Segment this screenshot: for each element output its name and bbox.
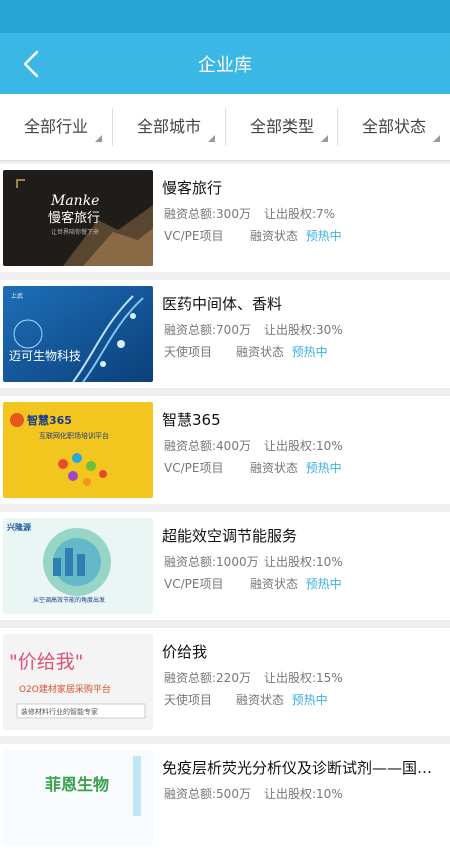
thumb-logo-text: 迈可生物科技 — [9, 349, 81, 363]
financing-status-row: 融资状态 预热中 — [250, 575, 342, 592]
project-thumbnail: "价给我" O2O建材家居采购平台 装修材料行业的智能专家 — [3, 634, 153, 730]
status-badge: 预热中 — [291, 345, 328, 359]
project-thumbnail: 兴隆源 从空调高效节能的角度出发 — [3, 518, 153, 614]
thumb-caption: 装修材料行业的智能专家 — [21, 707, 98, 716]
page-title: 企业库 — [198, 55, 252, 76]
nav-bar: 企业库 — [0, 33, 450, 94]
project-thumbnail: 上武 迈可生物科技 — [3, 286, 153, 382]
status-label: 融资状态 — [250, 577, 299, 591]
list-item[interactable]: 兴隆源 从空调高效节能的角度出发 超能效空调节能服务 融资总额:1000万 让出… — [0, 512, 450, 620]
thumb-subtitle: 上武 — [11, 292, 23, 300]
project-name: 免疫层析荧光分析仪及诊断试剂——国内专... — [162, 759, 444, 777]
thumb-logo-text: 菲恩生物 — [45, 775, 109, 794]
corner-triangle-icon — [208, 135, 215, 142]
financing-total: 融资总额:1000万 — [164, 555, 259, 569]
status-badge: 预热中 — [291, 693, 328, 707]
equity-offered: 让出股权:10% — [264, 787, 343, 801]
project-name: 价给我 — [162, 643, 208, 661]
filter-industry[interactable]: 全部行业 — [0, 94, 112, 160]
project-type: VC/PE项目 — [164, 229, 224, 243]
project-type: 天使项目 — [164, 693, 213, 707]
status-badge: 预热中 — [305, 577, 342, 591]
project-thumbnail: 菲恩生物 — [3, 750, 153, 846]
filter-bar: 全部行业 全部城市 全部类型 全部状态 — [0, 94, 450, 161]
status-label: 融资状态 — [250, 461, 299, 475]
thumb-subtitle: O2O建材家居采购平台 — [19, 683, 111, 695]
filter-label: 全部状态 — [361, 117, 426, 136]
financing-status-row: 融资状态 预热中 — [236, 343, 328, 360]
status-label: 融资状态 — [250, 229, 299, 243]
thumb-caption: 从空调高效节能的角度出发 — [33, 596, 105, 604]
equity-offered: 让出股权:30% — [264, 323, 343, 337]
project-name: 医药中间体、香料 — [162, 295, 283, 313]
corner-triangle-icon — [321, 135, 328, 142]
thumb-subtitle: 慢客旅行 — [48, 210, 100, 226]
financing-total: 融资总额:220万 — [164, 671, 251, 685]
thumb-logo-text: 智慧365 — [27, 413, 72, 427]
equity-offered: 让出股权:7% — [264, 207, 336, 221]
status-badge: 预热中 — [305, 229, 342, 243]
thumb-caption: 让世界陪你慢下来 — [51, 228, 99, 236]
financing-status-row: 融资状态 预热中 — [250, 459, 342, 476]
status-badge: 预热中 — [305, 461, 342, 475]
financing-total: 融资总额:300万 — [164, 207, 251, 221]
project-name: 超能效空调节能服务 — [162, 527, 298, 545]
filter-label: 全部行业 — [23, 117, 88, 136]
filter-type[interactable]: 全部类型 — [226, 94, 338, 160]
list-item[interactable]: Manke 慢客旅行 让世界陪你慢下来 慢客旅行 融资总额:300万 让出股权:… — [0, 164, 450, 272]
thumb-logo-text: "价给我" — [9, 651, 83, 673]
filter-label: 全部类型 — [249, 117, 314, 136]
project-type: 天使项目 — [164, 345, 213, 359]
financing-status-row: 融资状态 预热中 — [250, 227, 342, 244]
project-thumbnail: Manke 慢客旅行 让世界陪你慢下来 — [3, 170, 153, 266]
status-label: 融资状态 — [236, 693, 285, 707]
list-item[interactable]: "价给我" O2O建材家居采购平台 装修材料行业的智能专家 价给我 融资总额:2… — [0, 628, 450, 736]
list-item[interactable]: 上武 迈可生物科技 医药中间体、香料 融资总额:700万 让出股权:30% 天使… — [0, 280, 450, 388]
list-item[interactable]: 菲恩生物 免疫层析荧光分析仪及诊断试剂——国内专... 融资总额:500万 让出… — [0, 744, 450, 852]
corner-triangle-icon — [95, 135, 102, 142]
financing-total: 融资总额:500万 — [164, 787, 251, 801]
thumb-subtitle: 互联网化职场培训平台 — [39, 431, 109, 440]
filter-label: 全部城市 — [136, 117, 201, 136]
financing-total: 融资总额:700万 — [164, 323, 251, 337]
equity-offered: 让出股权:10% — [264, 555, 343, 569]
thumb-logo-text: Manke — [50, 193, 99, 209]
financing-status-row: 融资状态 预热中 — [236, 691, 328, 708]
project-name: 慢客旅行 — [162, 179, 223, 197]
financing-total: 融资总额:400万 — [164, 439, 251, 453]
equity-offered: 让出股权:10% — [264, 439, 343, 453]
filter-status[interactable]: 全部状态 — [338, 94, 450, 160]
list-item[interactable]: 智慧365 互联网化职场培训平台 智慧365 融资总额:400万 让出股权:10… — [0, 396, 450, 504]
equity-offered: 让出股权:15% — [264, 671, 343, 685]
corner-triangle-icon — [433, 135, 440, 142]
project-thumbnail: 智慧365 互联网化职场培训平台 — [3, 402, 153, 498]
filter-city[interactable]: 全部城市 — [113, 94, 225, 160]
project-type: VC/PE项目 — [164, 577, 224, 591]
status-label: 融资状态 — [236, 345, 285, 359]
thumb-logo-text: 兴隆源 — [7, 522, 31, 532]
project-name: 智慧365 — [162, 411, 221, 429]
project-type: VC/PE项目 — [164, 461, 224, 475]
status-bar — [0, 0, 450, 33]
